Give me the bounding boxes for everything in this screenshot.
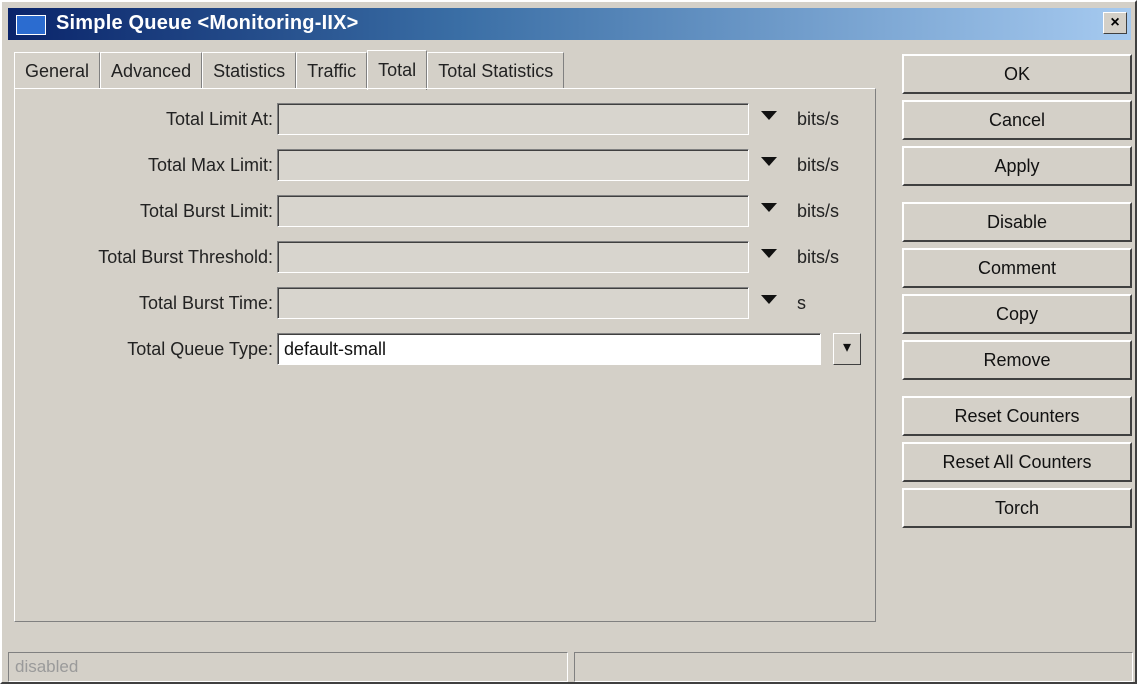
window-title: Simple Queue <Monitoring-IIX> [56, 12, 359, 34]
form-row-total-max-limit: Total Max Limit: bits/s [15, 149, 877, 183]
total-limit-at-dropdown-icon[interactable] [761, 111, 777, 120]
total-max-limit-input[interactable] [277, 149, 749, 181]
total-limit-at-label: Total Limit At: [165, 109, 273, 129]
title-bar[interactable]: Simple Queue <Monitoring-IIX> × [8, 8, 1131, 40]
remove-button[interactable]: Remove [902, 340, 1132, 380]
form-row-total-limit-at: Total Limit At: bits/s [15, 103, 877, 137]
tab-total-statistics[interactable]: Total Statistics [427, 52, 565, 88]
tab-advanced[interactable]: Advanced [100, 52, 203, 88]
total-limit-at-input[interactable] [277, 103, 749, 135]
tab-statistics[interactable]: Statistics [202, 52, 297, 88]
total-queue-type-select[interactable]: default-small [277, 333, 821, 365]
form-row-total-burst-threshold: Total Burst Threshold: bits/s [15, 241, 877, 275]
total-burst-limit-dropdown-icon[interactable] [761, 203, 777, 212]
total-burst-threshold-label: Total Burst Threshold: [98, 247, 273, 267]
comment-button[interactable]: Comment [902, 248, 1132, 288]
form-row-total-burst-limit: Total Burst Limit: bits/s [15, 195, 877, 229]
total-burst-time-unit: s [797, 293, 806, 313]
total-max-limit-unit: bits/s [797, 155, 840, 175]
reset-all-counters-button[interactable]: Reset All Counters [902, 442, 1132, 482]
total-burst-threshold-unit: bits/s [797, 247, 840, 267]
copy-button[interactable]: Copy [902, 294, 1132, 334]
status-right [574, 652, 1133, 682]
status-disabled: disabled [8, 652, 568, 682]
form-row-total-queue-type: Total Queue Type: default-small ▾ [15, 333, 877, 367]
total-burst-limit-unit: bits/s [797, 201, 840, 221]
reset-counters-button[interactable]: Reset Counters [902, 396, 1132, 436]
ok-button[interactable]: OK [902, 54, 1132, 94]
total-burst-time-input[interactable] [277, 287, 749, 319]
total-limit-at-unit: bits/s [797, 109, 840, 129]
total-burst-threshold-input[interactable] [277, 241, 749, 273]
torch-button[interactable]: Torch [902, 488, 1132, 528]
total-max-limit-dropdown-icon[interactable] [761, 157, 777, 166]
total-burst-time-label: Total Burst Time: [138, 293, 273, 313]
status-bar: disabled [8, 652, 1133, 682]
tab-total[interactable]: Total [367, 50, 428, 90]
window-icon [16, 15, 46, 35]
total-queue-type-label: Total Queue Type: [127, 339, 273, 359]
cancel-button[interactable]: Cancel [902, 100, 1132, 140]
tab-general[interactable]: General [14, 52, 101, 88]
total-burst-threshold-dropdown-icon[interactable] [761, 249, 777, 258]
total-burst-limit-label: Total Burst Limit: [139, 201, 273, 221]
total-queue-type-value: default-small [284, 339, 387, 359]
queue-type-dropdown-button[interactable]: ▾ [833, 333, 861, 365]
tab-strip: General Advanced Statistics Traffic Tota… [14, 50, 565, 90]
disable-button[interactable]: Disable [902, 202, 1132, 242]
form-row-total-burst-time: Total Burst Time: s [15, 287, 877, 321]
total-max-limit-label: Total Max Limit: [147, 155, 273, 175]
simple-queue-window: Simple Queue <Monitoring-IIX> × General … [0, 0, 1137, 684]
total-tab-panel: Total Limit At: bits/s Total Max Limit: … [14, 88, 876, 622]
apply-button[interactable]: Apply [902, 146, 1132, 186]
tab-traffic[interactable]: Traffic [296, 52, 368, 88]
total-burst-time-dropdown-icon[interactable] [761, 295, 777, 304]
close-button[interactable]: × [1103, 12, 1127, 34]
total-burst-limit-input[interactable] [277, 195, 749, 227]
